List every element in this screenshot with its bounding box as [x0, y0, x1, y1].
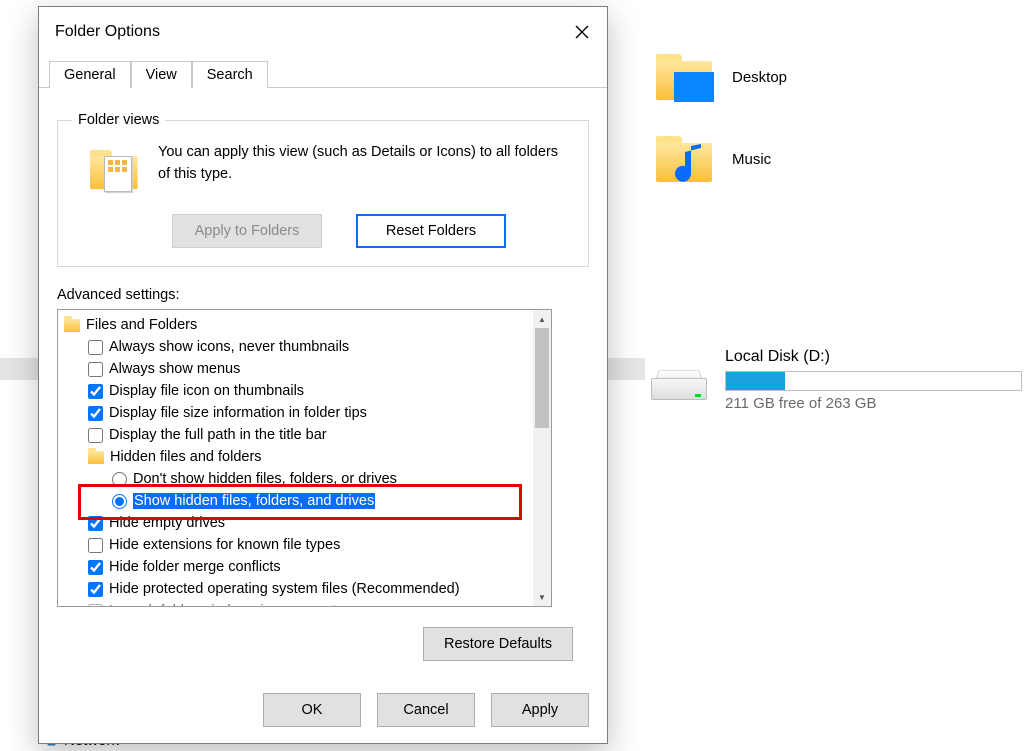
opt-always-show-menus[interactable]: Always show menus [58, 358, 533, 380]
tree-group-hidden[interactable]: Hidden files and folders [58, 446, 533, 468]
disk-subtitle: 211 GB free of 263 GB [725, 395, 1030, 412]
disk-usage-fill [726, 372, 785, 390]
desktop-label: Desktop [732, 69, 787, 86]
radio[interactable] [112, 472, 127, 487]
opt-hide-protected[interactable]: Hide protected operating system files (R… [58, 578, 533, 600]
folder-views-description: You can apply this view (such as Details… [158, 142, 574, 186]
dialog-title: Folder Options [55, 23, 559, 41]
checkbox[interactable] [88, 406, 103, 421]
checkbox[interactable] [88, 340, 103, 355]
opt-always-show-icons[interactable]: Always show icons, never thumbnails [58, 336, 533, 358]
radio[interactable] [112, 494, 127, 509]
opt-show-hidden[interactable]: Show hidden files, folders, and drives [58, 490, 533, 512]
folder-views-group: Folder views You can apply this view (su… [57, 112, 589, 267]
folder-mini-icon [64, 319, 80, 332]
checkbox[interactable] [88, 384, 103, 399]
folder-icon [656, 54, 712, 100]
folder-options-dialog: Folder Options General View Search Folde… [38, 6, 608, 744]
advanced-settings-label: Advanced settings: [57, 287, 589, 303]
explorer-item-desktop[interactable]: Desktop [656, 54, 787, 100]
opt-hide-merge-conflicts[interactable]: Hide folder merge conflicts [58, 556, 533, 578]
scroll-track[interactable] [533, 328, 551, 588]
opt-label: Show hidden files, folders, and drives [133, 493, 375, 509]
dialog-footer: OK Cancel Apply [39, 679, 607, 743]
opt-label: Don't show hidden files, folders, or dri… [133, 471, 397, 487]
explorer-item-local-disk[interactable]: Local Disk (D:) 211 GB free of 263 GB [645, 326, 1030, 433]
music-note-icon [666, 142, 708, 188]
drive-icon [651, 360, 707, 400]
checkbox[interactable] [88, 560, 103, 575]
tab-search[interactable]: Search [192, 61, 268, 88]
close-icon [575, 25, 589, 39]
advanced-settings-listbox[interactable]: Files and Folders Always show icons, nev… [57, 309, 552, 607]
opt-dont-show-hidden[interactable]: Don't show hidden files, folders, or dri… [58, 468, 533, 490]
explorer-item-music[interactable]: Music [656, 136, 771, 182]
opt-launch-separate[interactable]: Launch folder windows in a separate proc… [58, 600, 533, 606]
tree-root-files-folders[interactable]: Files and Folders [58, 314, 533, 336]
close-button[interactable] [559, 16, 605, 48]
tab-general[interactable]: General [49, 61, 131, 88]
cancel-button[interactable]: Cancel [377, 693, 475, 727]
folder-mini-icon [88, 451, 104, 464]
checkbox[interactable] [88, 362, 103, 377]
opt-label: Always show menus [109, 361, 240, 377]
tree-label: Hidden files and folders [110, 449, 262, 465]
disk-usage-bar [725, 371, 1022, 391]
tab-view[interactable]: View [131, 61, 192, 88]
reset-folders-button[interactable]: Reset Folders [356, 214, 506, 248]
checkbox[interactable] [88, 582, 103, 597]
opt-display-file-icon[interactable]: Display file icon on thumbnails [58, 380, 533, 402]
opt-label: Hide folder merge conflicts [109, 559, 281, 575]
opt-display-file-size[interactable]: Display file size information in folder … [58, 402, 533, 424]
scrollbar[interactable]: ▲ ▼ [533, 310, 551, 606]
settings-tree: Files and Folders Always show icons, nev… [58, 310, 533, 606]
opt-label: Display file icon on thumbnails [109, 383, 304, 399]
music-label: Music [732, 151, 771, 168]
scroll-down-icon[interactable]: ▼ [533, 588, 551, 606]
opt-hide-empty-drives[interactable]: Hide empty drives [58, 512, 533, 534]
tabbar: General View Search [39, 57, 607, 88]
checkbox[interactable] [88, 538, 103, 553]
folder-views-legend: Folder views [72, 112, 165, 128]
opt-full-path-titlebar[interactable]: Display the full path in the title bar [58, 424, 533, 446]
dialog-body: Folder views You can apply this view (su… [39, 88, 607, 679]
checkbox[interactable] [88, 428, 103, 443]
opt-label: Hide empty drives [109, 515, 225, 531]
ok-button[interactable]: OK [263, 693, 361, 727]
scroll-thumb[interactable] [535, 328, 549, 428]
opt-label: Hide extensions for known file types [109, 537, 340, 553]
tree-label: Files and Folders [86, 317, 197, 333]
opt-label: Display the full path in the title bar [109, 427, 327, 443]
disk-title: Local Disk (D:) [725, 348, 1030, 366]
opt-hide-extensions[interactable]: Hide extensions for known file types [58, 534, 533, 556]
apply-to-folders-button: Apply to Folders [172, 214, 322, 248]
scroll-up-icon[interactable]: ▲ [533, 310, 551, 328]
opt-label: Display file size information in folder … [109, 405, 367, 421]
opt-label: Launch folder windows in a separate proc… [109, 603, 399, 606]
checkbox[interactable] [88, 516, 103, 531]
checkbox[interactable] [88, 604, 103, 607]
restore-defaults-button[interactable]: Restore Defaults [423, 627, 573, 661]
opt-label: Always show icons, never thumbnails [109, 339, 349, 355]
opt-label: Hide protected operating system files (R… [109, 581, 460, 597]
folder-views-icon [90, 150, 138, 198]
folder-icon [656, 136, 712, 182]
apply-button[interactable]: Apply [491, 693, 589, 727]
titlebar[interactable]: Folder Options [39, 7, 607, 57]
